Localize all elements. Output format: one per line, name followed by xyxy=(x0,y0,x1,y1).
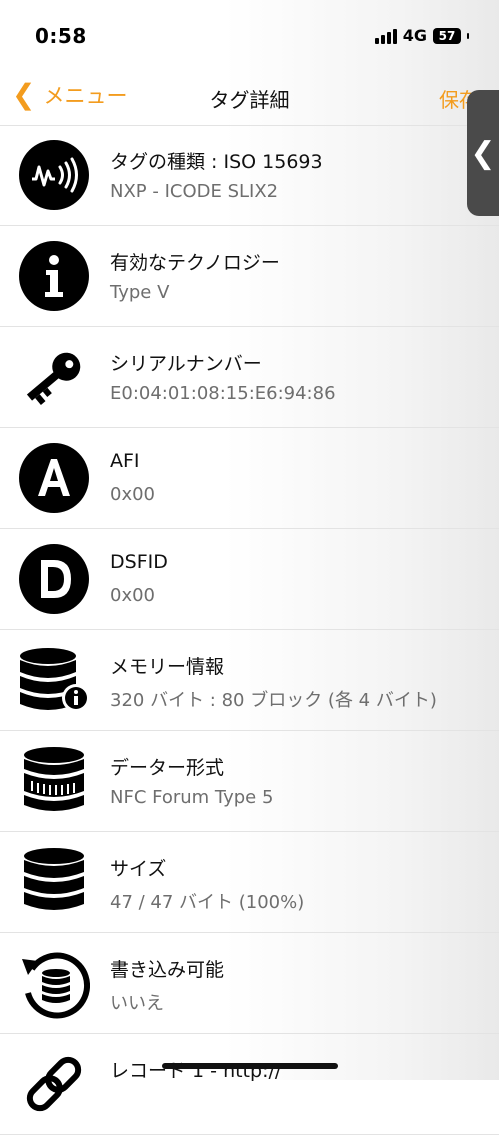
network-type: 4G xyxy=(402,26,427,45)
database-format-icon xyxy=(18,745,90,817)
nfc-tag-icon xyxy=(18,139,90,211)
row-subtitle: 0x00 xyxy=(110,484,156,505)
list-item-afi[interactable]: AFI 0x00 xyxy=(0,428,499,529)
battery-icon: 57 xyxy=(433,27,461,44)
home-indicator[interactable] xyxy=(162,1063,338,1069)
row-subtitle: Type V xyxy=(110,282,170,303)
database-icon xyxy=(18,846,90,918)
battery-tip xyxy=(467,32,469,39)
list-item-dsfid[interactable]: DSFID 0x00 xyxy=(0,529,499,630)
database-info-icon xyxy=(18,644,90,716)
navigation-bar: ❮ メニュー タグ詳細 保存 xyxy=(0,70,499,125)
battery-level: 57 xyxy=(438,28,456,43)
row-title: AFI xyxy=(110,450,140,472)
page-title: タグ詳細 xyxy=(209,88,290,112)
row-subtitle: 320 バイト : 80 ブロック (各 4 バイト) xyxy=(110,690,437,711)
list-item-tag-type[interactable]: タグの種類 : ISO 15693 NXP - ICODE SLIX2 xyxy=(0,125,499,226)
list-item-technologies[interactable]: 有効なテクノロジー Type V xyxy=(0,226,499,327)
info-icon xyxy=(18,240,90,312)
chevron-left-icon: ❮ xyxy=(470,135,496,171)
row-title: タグの種類 : ISO 15693 xyxy=(110,151,323,173)
row-subtitle: NFC Forum Type 5 xyxy=(110,787,274,808)
status-indicators: 4G 57 xyxy=(374,26,469,45)
row-title: レコード 1 - http:// xyxy=(110,1060,282,1082)
list-item-writable[interactable]: 書き込み可能 いいえ xyxy=(0,933,499,1034)
row-subtitle: 0x00 xyxy=(110,585,156,606)
list-item-size[interactable]: サイズ 47 / 47 バイト (100%) xyxy=(0,832,499,933)
status-time: 0:58 xyxy=(35,24,87,48)
row-subtitle: E0:04:01:08:15:E6:94:86 xyxy=(110,383,336,404)
row-subtitle: NXP - ICODE SLIX2 xyxy=(110,181,279,202)
row-subtitle: 47 / 47 バイト (100%) xyxy=(110,892,305,913)
list-item-serial-number[interactable]: シリアルナンバー E0:04:01:08:15:E6:94:86 xyxy=(0,327,499,428)
row-title: 書き込み可能 xyxy=(110,959,225,981)
key-icon xyxy=(18,341,90,413)
list-item-memory-info[interactable]: メモリー情報 320 バイト : 80 ブロック (各 4 バイト) xyxy=(0,630,499,731)
row-subtitle: いいえ xyxy=(110,993,164,1014)
row-title: DSFID xyxy=(110,551,168,573)
tag-detail-list: タグの種類 : ISO 15693 NXP - ICODE SLIX2 有効なテ… xyxy=(0,125,499,1135)
row-title: データー形式 xyxy=(110,757,225,779)
row-title: サイズ xyxy=(110,858,167,880)
row-title: 有効なテクノロジー xyxy=(110,252,280,274)
signal-icon xyxy=(374,28,397,44)
letter-a-icon xyxy=(18,442,90,514)
status-bar: 0:58 4G 57 xyxy=(0,0,499,70)
list-item-data-format[interactable]: データー形式 NFC Forum Type 5 xyxy=(0,731,499,832)
row-title: シリアルナンバー xyxy=(110,353,262,375)
side-panel-handle[interactable]: ❮ xyxy=(467,90,499,216)
database-refresh-icon xyxy=(18,947,90,1019)
link-icon xyxy=(18,1048,90,1120)
letter-d-icon xyxy=(18,543,90,615)
row-title: メモリー情報 xyxy=(110,656,225,678)
list-item-record-1[interactable]: レコード 1 - http:// xyxy=(0,1034,499,1135)
